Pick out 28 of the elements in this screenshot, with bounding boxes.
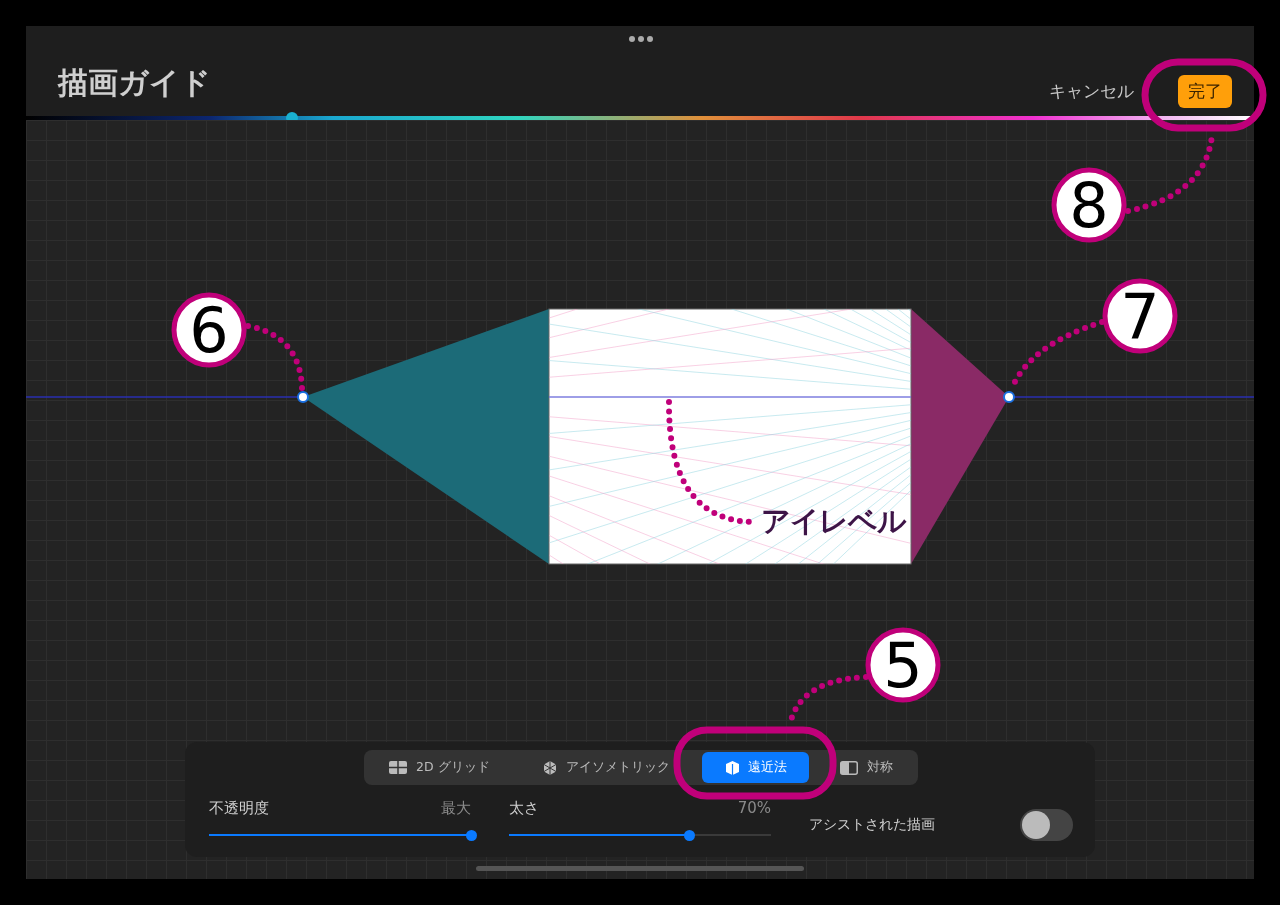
cube-icon [725,760,739,775]
eye-level-label: アイレベル [761,504,906,538]
toggle-label: アシストされた描画 [809,816,935,834]
slider-value: 最大 [441,799,471,818]
callout-number: 8 [1051,167,1127,243]
done-button[interactable]: 完了 [1178,75,1232,108]
cube-icon [543,760,558,775]
vanishing-point-handle[interactable] [297,391,309,403]
guide-type-tab[interactable]: 遠近法 [701,752,809,783]
cancel-button[interactable]: キャンセル [1049,80,1134,103]
toggle-switch[interactable] [1020,809,1073,841]
window-title: 描画ガイド [58,64,211,102]
guide-type-tab[interactable]: 対称 [817,752,915,783]
leader-line [245,323,305,391]
slider-thumb[interactable] [684,829,696,841]
grid-icon [389,761,407,774]
guide-type-tab[interactable]: アイソメトリック [521,752,693,783]
slider-label: 不透明度 [209,799,269,818]
slider-thumb[interactable] [465,829,477,841]
callout-number: 6 [171,292,247,368]
slider-value: 70% [737,799,771,817]
callout-number: 7 [1102,278,1178,354]
symmetry-icon [839,760,858,775]
slider-label: 太さ [509,799,539,818]
guide-type-tab[interactable]: 2D グリッド [367,752,512,783]
callout-number: 5 [865,627,941,703]
more-icon[interactable] [629,36,653,42]
vanishing-point-handle[interactable] [1003,391,1015,403]
